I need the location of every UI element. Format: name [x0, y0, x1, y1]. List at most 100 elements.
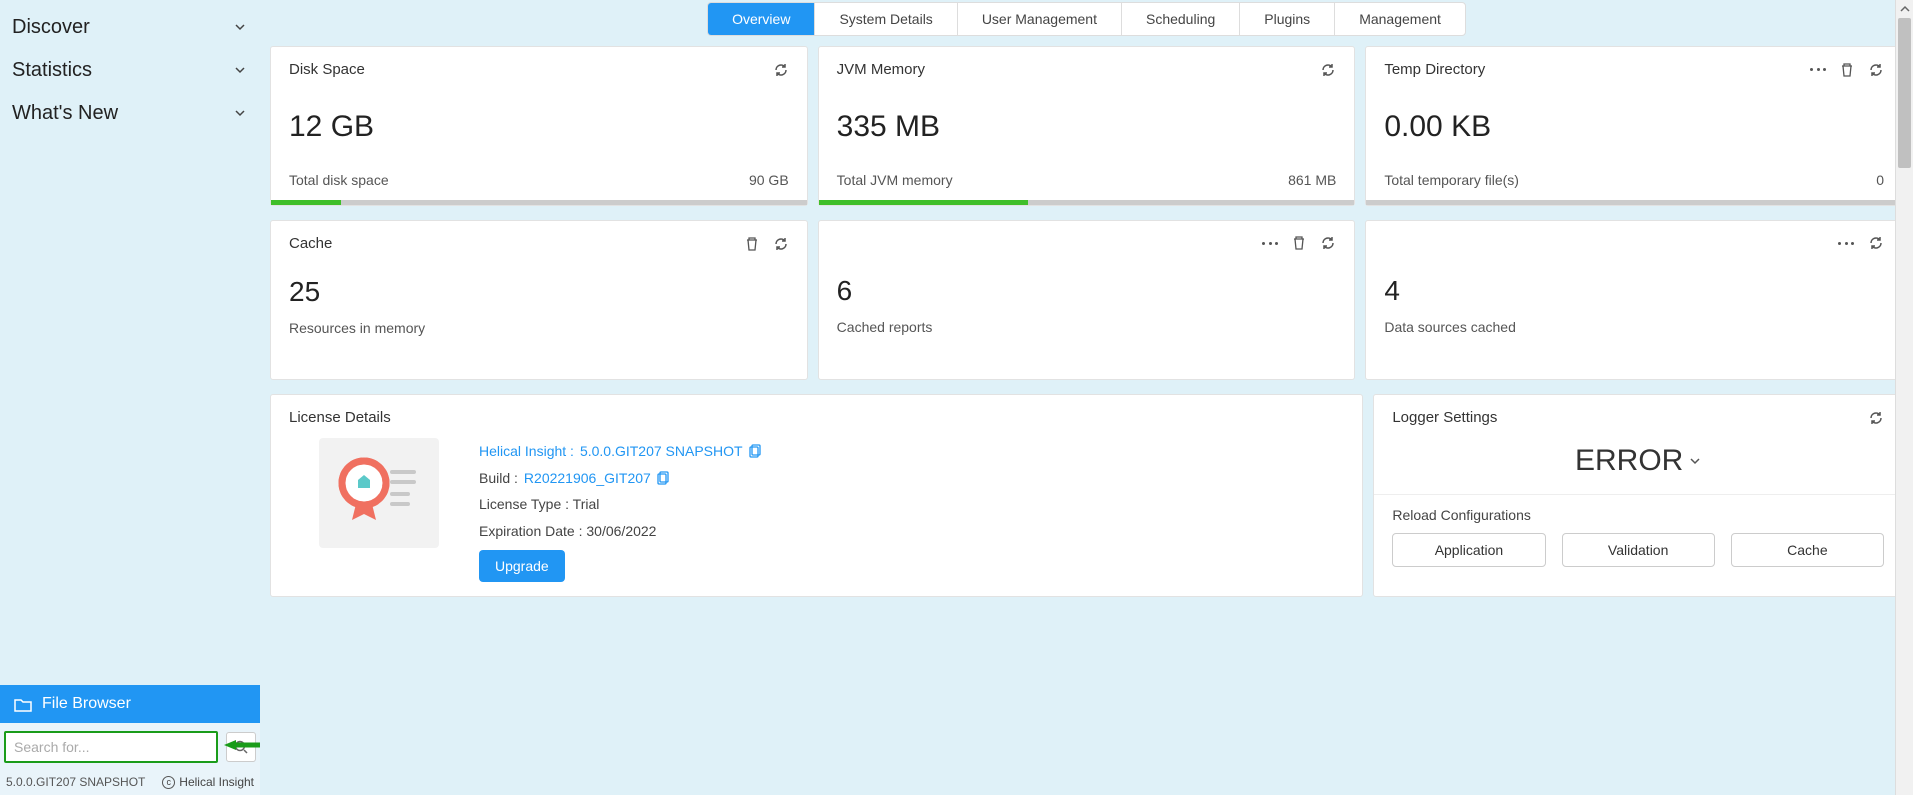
progress-bar	[1366, 200, 1902, 205]
license-expiration-label: Expiration Date :	[479, 523, 583, 539]
sidebar: Discover Statistics What's New	[0, 0, 260, 795]
card-cached-reports: 6 Cached reports	[818, 220, 1356, 380]
sidebar-item-label: Statistics	[12, 59, 92, 82]
card-title: Logger Settings	[1392, 409, 1497, 426]
sidebar-item-label: Discover	[12, 16, 90, 39]
license-build-label: Build :	[479, 465, 518, 492]
license-product-label: Helical Insight :	[479, 438, 574, 465]
card-temp-directory: Temp Directory 0.00 KB Total temporary f…	[1365, 46, 1903, 206]
chevron-down-icon	[234, 21, 248, 35]
chevron-down-icon	[1689, 455, 1701, 467]
tab-plugins[interactable]: Plugins	[1240, 3, 1335, 35]
license-expiration-value: 30/06/2022	[586, 523, 656, 539]
card-jvm-memory: JVM Memory 335 MB Total JVM memory 861 M…	[818, 46, 1356, 206]
license-build-value: R20221906_GIT207	[524, 465, 651, 492]
license-type-label: License Type :	[479, 496, 569, 512]
tab-system-details[interactable]: System Details	[815, 3, 957, 35]
search-row	[0, 723, 260, 771]
tab-bar: Overview System Details User Management …	[270, 0, 1903, 46]
refresh-button[interactable]	[1868, 235, 1884, 251]
card-value: 25	[289, 262, 789, 314]
file-browser-button[interactable]: File Browser	[0, 685, 260, 723]
card-disk-space: Disk Space 12 GB Total disk space 90 GB	[270, 46, 808, 206]
copy-button[interactable]	[657, 471, 671, 485]
logger-level-value: ERROR	[1575, 444, 1683, 478]
sidebar-footer: 5.0.0.GIT207 SNAPSHOT c Helical Insight	[0, 771, 260, 795]
scroll-up-button[interactable]	[1896, 0, 1913, 18]
more-button[interactable]	[1810, 68, 1826, 71]
card-title: Cache	[289, 235, 332, 252]
tab-user-management[interactable]: User Management	[958, 3, 1122, 35]
card-value: 12 GB	[289, 88, 789, 166]
card-sub-label: Data sources cached	[1384, 319, 1516, 335]
sidebar-item-statistics[interactable]: Statistics	[0, 49, 260, 92]
card-sub-label: Cached reports	[837, 319, 933, 335]
refresh-button[interactable]	[1320, 235, 1336, 251]
reload-application-button[interactable]: Application	[1392, 533, 1545, 567]
sidebar-item-whats-new[interactable]: What's New	[0, 92, 260, 135]
progress-bar	[271, 200, 807, 205]
tab-overview[interactable]: Overview	[708, 3, 815, 35]
card-title: Temp Directory	[1384, 61, 1485, 78]
search-input[interactable]	[14, 739, 208, 755]
ellipsis-icon	[1262, 242, 1278, 245]
card-cache: Cache 25 Resources in memory	[270, 220, 808, 380]
card-sub-label: Total temporary file(s)	[1384, 172, 1519, 188]
brand-text: c Helical Insight	[162, 775, 254, 789]
card-sub-label: Total JVM memory	[837, 172, 953, 188]
refresh-button[interactable]	[1320, 62, 1336, 78]
card-title: Disk Space	[289, 61, 365, 78]
ellipsis-icon	[1838, 242, 1854, 245]
card-logger-settings: Logger Settings ERROR Reload Configurati…	[1373, 394, 1903, 597]
copyright-icon: c	[162, 776, 175, 789]
card-data-sources: 4 Data sources cached	[1365, 220, 1903, 380]
license-type-value: Trial	[573, 496, 600, 512]
card-sub-value: 90 GB	[749, 172, 789, 188]
chevron-down-icon	[234, 107, 248, 121]
copy-button[interactable]	[749, 444, 763, 458]
delete-button[interactable]	[1840, 62, 1854, 78]
search-icon	[234, 740, 248, 754]
license-badge-icon	[319, 438, 439, 548]
tab-management[interactable]: Management	[1335, 3, 1465, 35]
logger-level-dropdown[interactable]: ERROR	[1374, 436, 1902, 494]
card-value: 4	[1384, 261, 1884, 313]
reload-title: Reload Configurations	[1392, 507, 1884, 533]
file-browser-label: File Browser	[42, 695, 131, 713]
card-value: 6	[837, 261, 1337, 313]
folder-icon	[14, 696, 32, 712]
ellipsis-icon	[1810, 68, 1826, 71]
card-sub-value: 0	[1876, 172, 1884, 188]
scroll-thumb[interactable]	[1898, 18, 1911, 168]
tab-scheduling[interactable]: Scheduling	[1122, 3, 1240, 35]
card-sub-value: 861 MB	[1288, 172, 1336, 188]
card-value: 335 MB	[837, 88, 1337, 166]
refresh-button[interactable]	[1868, 62, 1884, 78]
chevron-down-icon	[234, 64, 248, 78]
card-sub-label: Resources in memory	[289, 320, 425, 336]
reload-cache-button[interactable]: Cache	[1731, 533, 1884, 567]
refresh-button[interactable]	[1868, 410, 1884, 426]
card-license-details: License Details	[270, 394, 1363, 597]
scrollbar[interactable]	[1895, 0, 1913, 795]
main-content: Overview System Details User Management …	[260, 0, 1913, 795]
version-text: 5.0.0.GIT207 SNAPSHOT	[6, 775, 145, 789]
card-sub-label: Total disk space	[289, 172, 389, 188]
card-title: License Details	[289, 409, 1344, 438]
refresh-button[interactable]	[773, 62, 789, 78]
more-button[interactable]	[1838, 242, 1854, 245]
card-title: JVM Memory	[837, 61, 925, 78]
search-input-wrap	[4, 731, 218, 763]
card-value: 0.00 KB	[1384, 88, 1884, 166]
license-product-value: 5.0.0.GIT207 SNAPSHOT	[580, 438, 743, 465]
reload-validation-button[interactable]: Validation	[1562, 533, 1715, 567]
progress-bar	[819, 200, 1355, 205]
search-button[interactable]	[226, 732, 256, 762]
delete-button[interactable]	[745, 236, 759, 252]
upgrade-button[interactable]: Upgrade	[479, 550, 565, 582]
sidebar-item-label: What's New	[12, 102, 118, 125]
sidebar-item-discover[interactable]: Discover	[0, 6, 260, 49]
more-button[interactable]	[1262, 242, 1278, 245]
refresh-button[interactable]	[773, 236, 789, 252]
delete-button[interactable]	[1292, 235, 1306, 251]
